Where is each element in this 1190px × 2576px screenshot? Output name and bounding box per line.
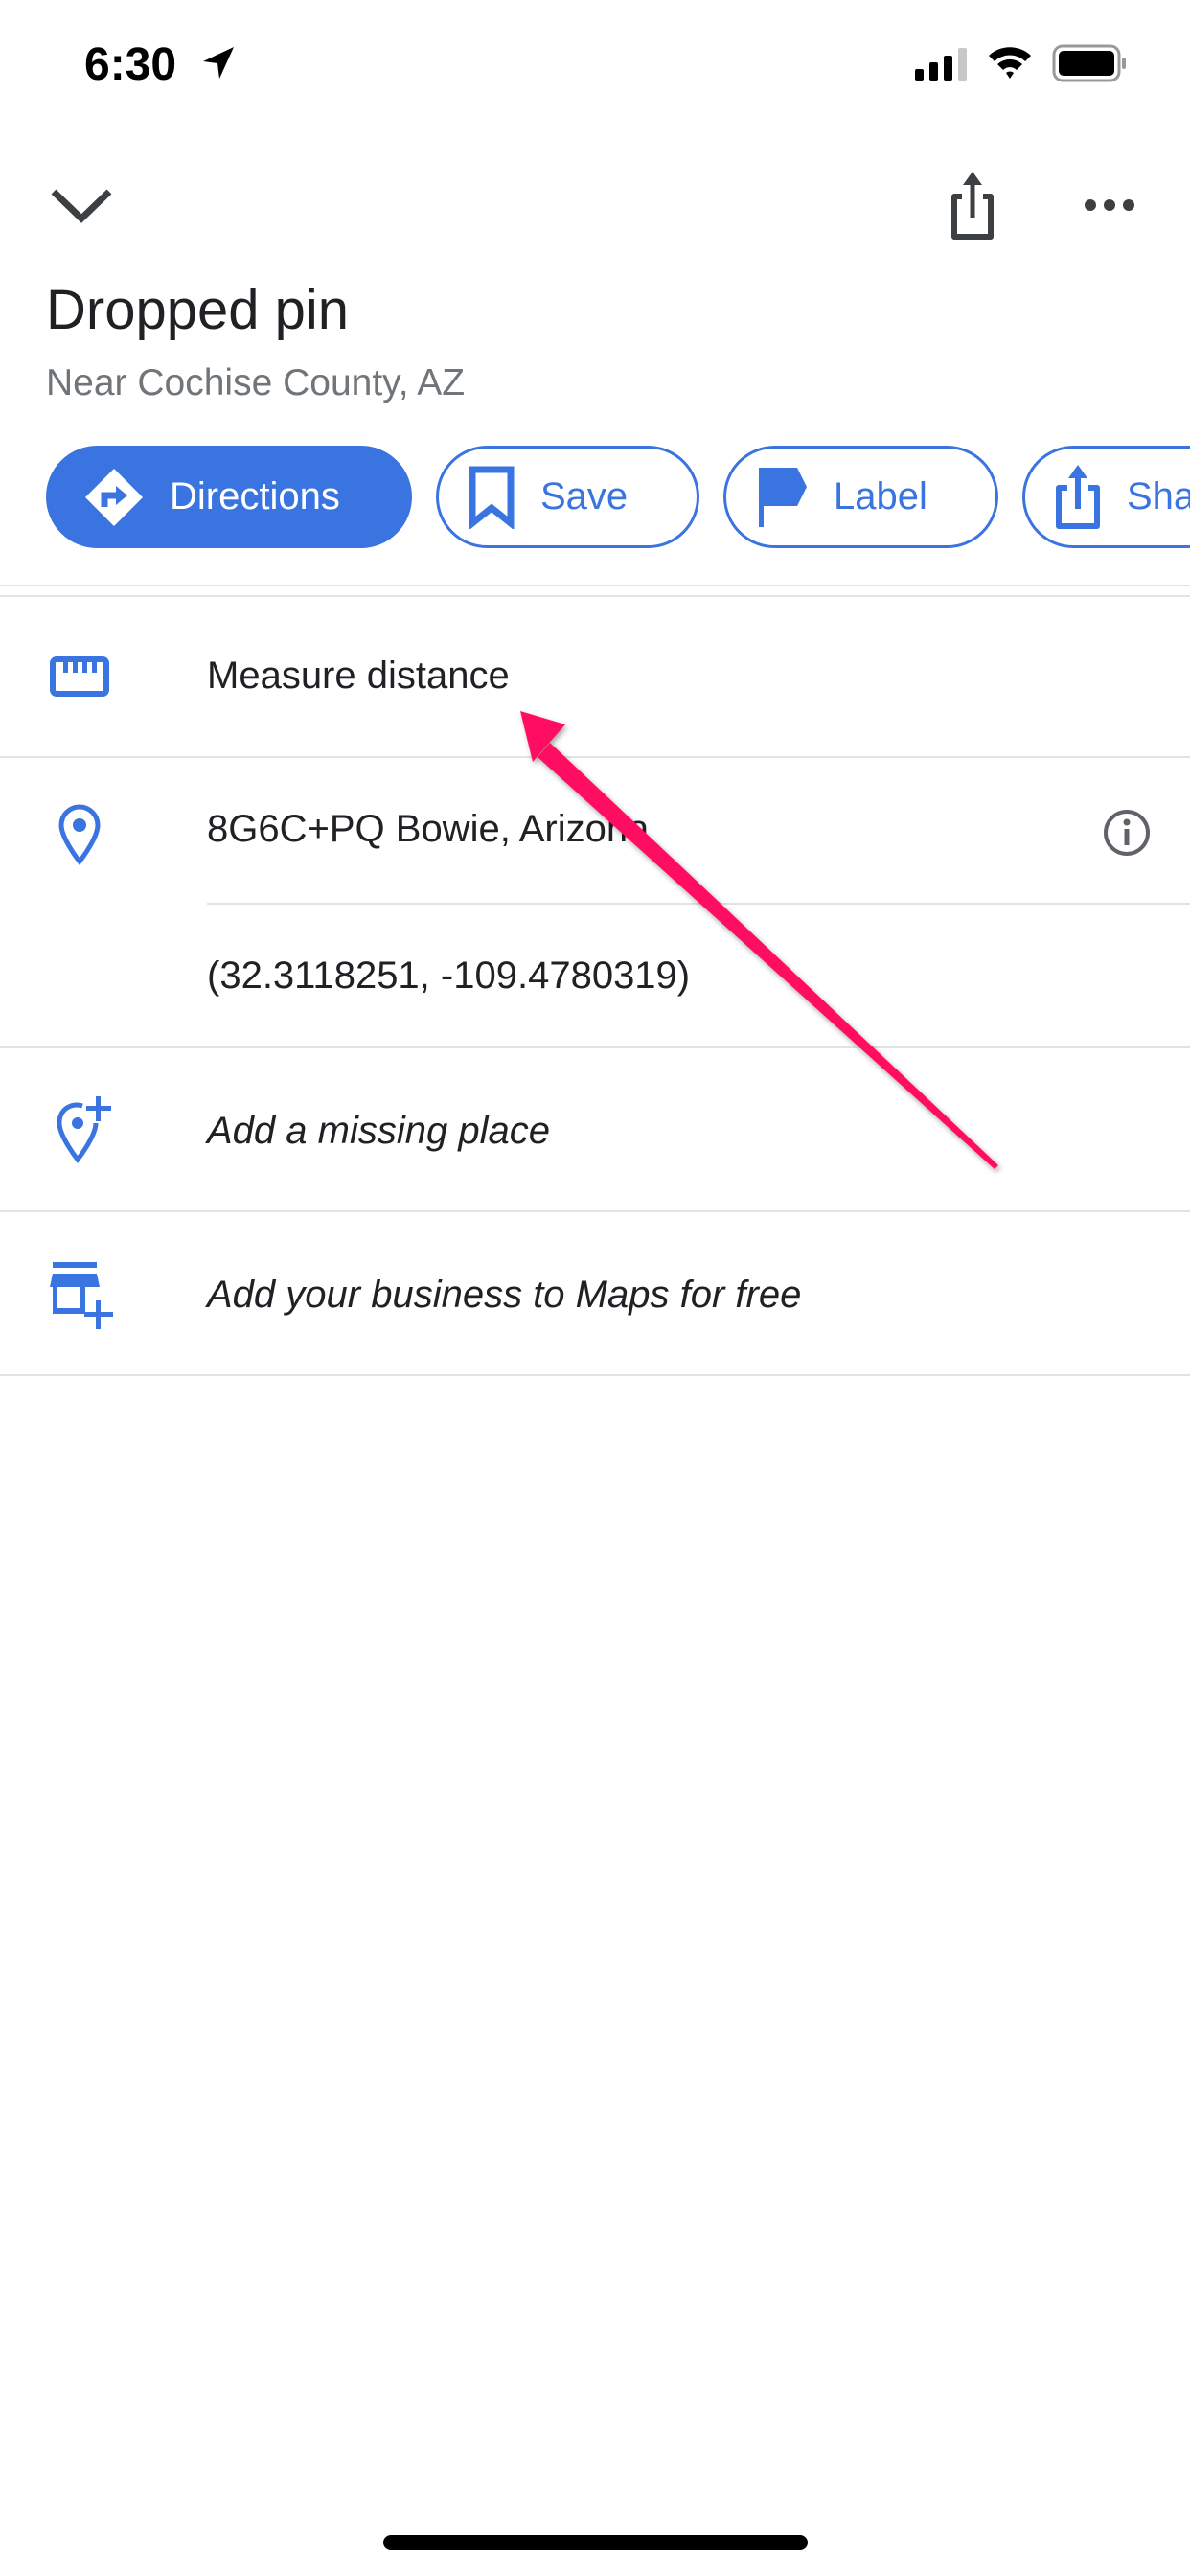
directions-button[interactable]: Directions xyxy=(46,446,412,548)
share-label: Share xyxy=(1127,475,1190,518)
place-subtitle: Near Cochise County, AZ xyxy=(46,362,466,403)
status-bar: 6:30 xyxy=(0,0,1190,126)
info-icon[interactable] xyxy=(1102,808,1152,858)
top-bar xyxy=(0,163,1190,249)
place-title: Dropped pin xyxy=(46,279,349,341)
coordinates-text: (32.3118251, -109.4780319) xyxy=(207,954,691,997)
share-button[interactable] xyxy=(934,163,1011,249)
plus-code-text: 8G6C+PQ Bowie, Arizona xyxy=(207,808,650,850)
plus-code-row[interactable]: 8G6C+PQ Bowie, Arizona xyxy=(0,758,1190,903)
label-button[interactable]: Label xyxy=(723,446,998,548)
wifi-icon xyxy=(989,47,1031,79)
chevron-down-icon xyxy=(51,189,112,223)
more-horizontal-icon xyxy=(1085,199,1134,211)
share-chip-button[interactable]: Share xyxy=(1022,446,1190,548)
save-label: Save xyxy=(540,475,629,518)
add-missing-place-label: Add a missing place xyxy=(207,1110,550,1152)
add-location-icon xyxy=(57,1096,111,1163)
location-arrow-icon xyxy=(203,47,234,79)
status-time: 6:30 xyxy=(84,39,177,90)
flag-icon xyxy=(759,467,807,527)
cellular-signal-icon xyxy=(915,48,967,80)
measure-distance-label: Measure distance xyxy=(207,655,510,697)
more-options-button[interactable] xyxy=(1071,176,1148,234)
add-business-label: Add your business to Maps for free xyxy=(207,1274,802,1316)
coordinates-row[interactable]: (32.3118251, -109.4780319) xyxy=(0,905,1190,1046)
share-icon xyxy=(951,172,994,240)
directions-label: Directions xyxy=(170,475,340,518)
save-button[interactable]: Save xyxy=(436,446,699,548)
ruler-icon xyxy=(50,656,109,697)
add-business-row[interactable]: Add your business to Maps for free xyxy=(0,1212,1190,1374)
measure-distance-row[interactable]: Measure distance xyxy=(0,597,1190,756)
action-chips: Directions Save Label Share xyxy=(46,446,1190,548)
divider xyxy=(0,1374,1190,1376)
collapse-button[interactable] xyxy=(38,176,125,234)
battery-icon xyxy=(1052,44,1126,82)
share-icon xyxy=(1056,464,1100,529)
home-indicator[interactable] xyxy=(383,2535,808,2550)
bookmark-icon xyxy=(469,466,515,529)
add-missing-place-row[interactable]: Add a missing place xyxy=(0,1048,1190,1210)
label-label: Label xyxy=(834,475,927,518)
directions-icon xyxy=(85,468,143,526)
add-business-icon xyxy=(50,1262,113,1329)
divider xyxy=(0,585,1190,586)
location-pin-icon xyxy=(58,804,101,865)
